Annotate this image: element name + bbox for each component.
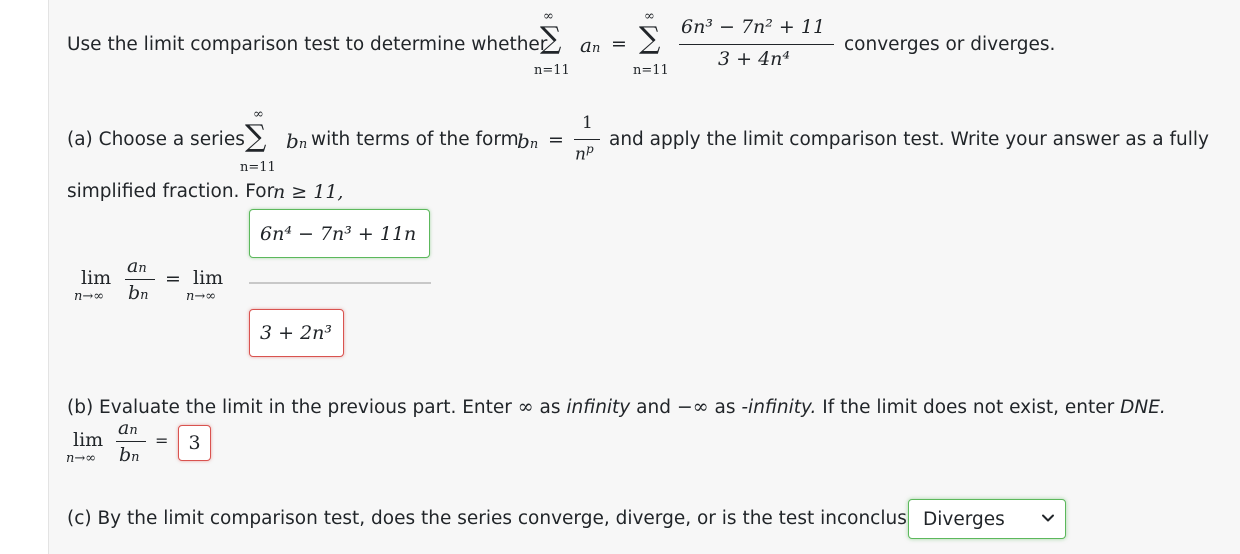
numerator-answer-value: 6n⁴ − 7n³ + 11n bbox=[260, 222, 417, 245]
part-b-text-4: as bbox=[714, 397, 736, 418]
dne-word: DNE. bbox=[1120, 397, 1166, 418]
series-fraction-bar bbox=[679, 44, 834, 45]
equals-sign-a: = bbox=[548, 129, 564, 151]
ratio-denominator-b: bn bbox=[119, 444, 140, 466]
ratio-numerator: an bbox=[127, 255, 147, 277]
limit-answer-value: 3 bbox=[188, 432, 201, 454]
ratio-numerator-b: an bbox=[118, 417, 138, 439]
part-a-prefix: (a) Choose a series bbox=[67, 129, 245, 150]
answer-fraction-bar bbox=[249, 282, 431, 284]
bn-fraction-numerator: 1 bbox=[582, 113, 593, 133]
lim-word-b: lim bbox=[73, 429, 104, 451]
equals-sign-b: = bbox=[155, 431, 169, 450]
infinity-word: infinity bbox=[566, 397, 631, 418]
denominator-answer-value: 3 + 2n³ bbox=[260, 322, 333, 344]
part-a-condition: n ≥ 11, bbox=[273, 181, 344, 203]
sigma-symbol-3: ∑ bbox=[245, 119, 267, 154]
series-denominator: 3 + 4n⁴ bbox=[718, 48, 791, 70]
lim-subscript: n→∞ bbox=[74, 289, 105, 304]
part-b-text-3: and bbox=[636, 397, 671, 418]
question-intro: Use the limit comparison test to determi… bbox=[67, 34, 548, 55]
equals-sign: = bbox=[611, 33, 627, 55]
sum-a-term: bn bbox=[286, 129, 308, 153]
part-a-suffix: and apply the limit comparison test. Wri… bbox=[609, 129, 1209, 150]
series-numerator: 6n³ − 7n² + 11 bbox=[681, 16, 826, 38]
ratio-fraction-bar-b bbox=[116, 441, 146, 442]
sum-lower-limit: n=11 bbox=[534, 63, 570, 78]
lim-word-2: lim bbox=[193, 267, 224, 289]
lim-subscript-2: n→∞ bbox=[186, 289, 217, 304]
question-outro: converges or diverges. bbox=[844, 34, 1056, 55]
part-b-instructions: (b) Evaluate the limit in the previous p… bbox=[67, 396, 1166, 418]
bn-fraction-bar bbox=[574, 139, 600, 140]
bn-symbol: bn bbox=[517, 129, 539, 153]
numerator-answer-input[interactable]: 6n⁴ − 7n³ + 11n bbox=[249, 209, 430, 258]
question-panel bbox=[48, 0, 1240, 554]
sum-a-lower-limit: n=11 bbox=[240, 160, 276, 175]
part-b-text-2: as bbox=[539, 397, 561, 418]
ratio-denominator: bn bbox=[128, 282, 149, 304]
neg-infinity-word: -infinity. bbox=[741, 397, 817, 418]
chevron-down-icon bbox=[1042, 514, 1054, 522]
infinity-symbol: ∞ bbox=[517, 396, 534, 418]
sigma-symbol-2: ∑ bbox=[639, 21, 661, 56]
convergence-select[interactable]: Diverges bbox=[908, 499, 1066, 539]
part-b-text-5: If the limit does not exist, enter bbox=[822, 397, 1115, 418]
part-c-question: (c) By the limit comparison test, does t… bbox=[67, 508, 945, 529]
limit-answer-input[interactable]: 3 bbox=[178, 425, 211, 461]
denominator-answer-input[interactable]: 3 + 2n³ bbox=[249, 309, 344, 357]
neg-infinity-symbol: −∞ bbox=[676, 396, 709, 418]
convergence-select-value: Diverges bbox=[923, 508, 1005, 530]
sum2-lower-limit: n=11 bbox=[633, 63, 669, 78]
part-a-line2: simplified fraction. For bbox=[67, 181, 275, 202]
part-a-middle: with terms of the form bbox=[311, 129, 519, 150]
equals-sign-lim: = bbox=[165, 268, 181, 290]
sum-term: an bbox=[580, 33, 601, 57]
lim-subscript-b: n→∞ bbox=[66, 451, 97, 466]
ratio-fraction-bar bbox=[125, 279, 155, 280]
sigma-symbol: ∑ bbox=[540, 21, 562, 56]
bn-fraction-denominator: np bbox=[575, 142, 594, 165]
part-b-text-1: (b) Evaluate the limit in the previous p… bbox=[67, 397, 512, 418]
lim-word: lim bbox=[81, 267, 112, 289]
